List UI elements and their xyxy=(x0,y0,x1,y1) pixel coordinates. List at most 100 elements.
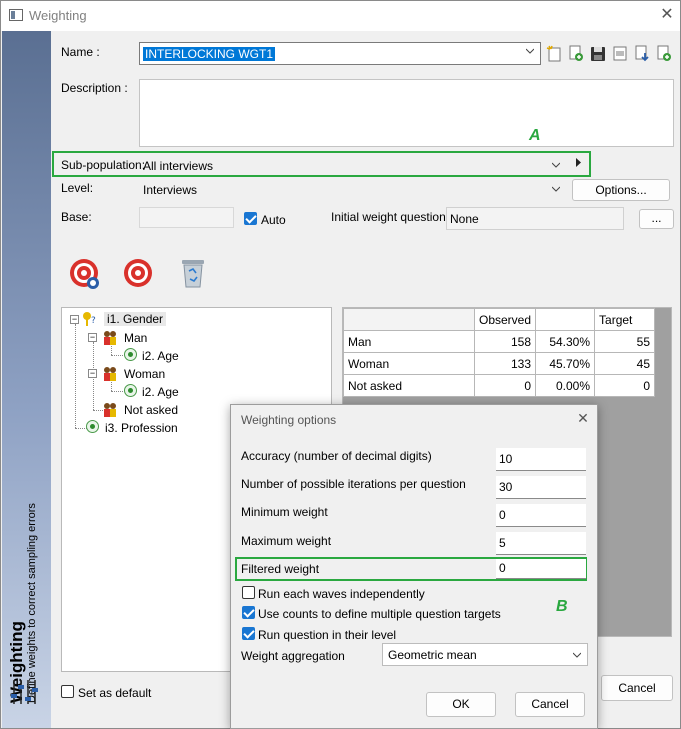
level-value: Interviews xyxy=(143,183,198,197)
percent-cell: 45.70% xyxy=(535,352,596,375)
tree-item-gender[interactable]: i1. Gender xyxy=(104,312,167,326)
save-icon[interactable] xyxy=(590,45,606,62)
aggregation-select[interactable]: Geometric mean xyxy=(382,643,588,666)
target-cell[interactable]: 55 xyxy=(594,330,656,353)
sidebar-title: Weighting xyxy=(7,621,26,703)
tree-line xyxy=(75,324,76,428)
table-row[interactable]: Not asked 0 0.00% 0 xyxy=(343,374,656,397)
dialog-cancel-button[interactable]: Cancel xyxy=(515,692,585,717)
weighting-options-dialog: Weighting options ✕ Accuracy (number of … xyxy=(230,404,598,729)
accuracy-field[interactable]: 10 xyxy=(496,448,586,471)
main-cancel-button[interactable]: Cancel xyxy=(601,675,673,701)
table-row[interactable]: Man 158 54.30% 55 xyxy=(343,330,656,353)
annotation-b: B xyxy=(556,598,568,615)
row-label: Man xyxy=(343,330,475,353)
new-document-icon[interactable] xyxy=(546,45,562,62)
observed-cell: 133 xyxy=(473,352,537,375)
initial-weight-field[interactable]: None xyxy=(446,207,624,230)
level-combo[interactable]: Interviews xyxy=(139,179,566,199)
chevron-down-icon xyxy=(573,652,581,658)
recycle-bin-icon[interactable] xyxy=(179,257,207,289)
add-page-icon[interactable] xyxy=(656,45,672,62)
collapse-icon[interactable]: − xyxy=(70,315,79,324)
chevron-down-icon xyxy=(526,48,534,54)
iterations-field[interactable]: 30 xyxy=(496,476,586,499)
chevron-down-icon xyxy=(552,162,560,168)
name-label: Name : xyxy=(61,45,100,59)
ok-button[interactable]: OK xyxy=(426,692,496,717)
table-header-row: Observed Target xyxy=(343,308,656,331)
sliders-icon xyxy=(11,680,38,704)
use-counts-checkbox[interactable] xyxy=(242,606,255,619)
tree-item-age[interactable]: i2. Age xyxy=(142,349,179,363)
iterations-label: Number of possible iterations per questi… xyxy=(241,477,466,491)
header-cell: Target xyxy=(594,308,656,331)
tree-line xyxy=(75,428,87,429)
target-cell[interactable]: 0 xyxy=(594,374,656,397)
target-cell[interactable]: 45 xyxy=(594,352,656,375)
row-label: Woman xyxy=(343,352,475,375)
tree-item-profession[interactable]: i3. Profession xyxy=(105,421,178,435)
max-weight-field[interactable]: 5 xyxy=(496,532,586,555)
collapse-icon[interactable]: − xyxy=(88,369,97,378)
percent-cell: 0.00% xyxy=(535,374,596,397)
tree-item-not-asked[interactable]: Not asked xyxy=(124,403,178,417)
tree-line xyxy=(111,391,123,392)
percent-cell: 54.30% xyxy=(535,330,596,353)
print-icon[interactable] xyxy=(612,45,628,62)
import-icon[interactable] xyxy=(634,45,650,62)
filtered-weight-label: Filtered weight xyxy=(241,562,320,576)
ellipsis-button[interactable]: ... xyxy=(639,209,674,229)
tree-line xyxy=(111,355,123,356)
question-key-icon: ? xyxy=(83,312,96,326)
people-icon xyxy=(104,331,116,345)
chevron-down-icon xyxy=(552,186,560,192)
base-field[interactable] xyxy=(139,207,234,228)
svg-text:?: ? xyxy=(91,316,96,326)
aggregation-value: Geometric mean xyxy=(388,648,477,662)
table-row[interactable]: Woman 133 45.70% 45 xyxy=(343,352,656,375)
min-weight-field[interactable]: 0 xyxy=(496,504,586,527)
filtered-weight-field[interactable]: 0 xyxy=(496,559,586,579)
tree-item-man[interactable]: Man xyxy=(124,331,147,345)
target-icon[interactable] xyxy=(122,257,154,289)
target-add-icon[interactable] xyxy=(68,257,102,291)
dialog-title: Weighting options xyxy=(241,413,337,427)
question-radio-icon xyxy=(124,384,137,397)
tree-item-woman[interactable]: Woman xyxy=(124,367,165,381)
description-field[interactable] xyxy=(139,79,674,147)
window-title: Weighting xyxy=(29,8,87,23)
options-button[interactable]: Options... xyxy=(572,179,670,201)
annotation-a: A xyxy=(529,127,541,144)
description-label: Description : xyxy=(61,81,128,95)
header-cell: Observed xyxy=(473,308,537,331)
play-arrow-icon[interactable] xyxy=(575,158,582,167)
name-value: INTERLOCKING WGT1 xyxy=(143,47,276,61)
window-icon xyxy=(9,9,23,21)
row-label: Not asked xyxy=(343,374,475,397)
targets-table: Observed Target Man 158 54.30% 55 Woman … xyxy=(343,308,656,397)
close-icon[interactable]: ✕ xyxy=(575,410,591,426)
run-level-checkbox[interactable] xyxy=(242,627,255,640)
subpop-combo[interactable]: All interviews xyxy=(139,155,566,175)
auto-checkbox[interactable] xyxy=(244,212,257,225)
level-label: Level: xyxy=(61,181,94,195)
add-document-icon[interactable] xyxy=(568,45,584,62)
people-icon xyxy=(104,403,116,417)
observed-cell: 0 xyxy=(473,374,537,397)
weighting-window: Weighting ✕ Weighting Define weights to … xyxy=(0,0,681,729)
close-icon[interactable]: ✕ xyxy=(657,5,677,25)
people-icon xyxy=(104,367,116,381)
header-cell xyxy=(535,308,596,331)
collapse-icon[interactable]: − xyxy=(88,333,97,342)
name-combo[interactable]: INTERLOCKING WGT1 xyxy=(139,42,541,65)
base-label: Base: xyxy=(61,210,92,224)
run-waves-checkbox[interactable] xyxy=(242,586,255,599)
initial-weight-value: None xyxy=(450,212,479,226)
run-waves-label: Run each waves independently xyxy=(258,587,425,601)
min-weight-label: Minimum weight xyxy=(241,505,328,519)
tree-item-age[interactable]: i2. Age xyxy=(142,385,179,399)
set-default-checkbox[interactable] xyxy=(61,685,74,698)
initial-weight-label: Initial weight question: xyxy=(331,210,450,224)
observed-cell: 158 xyxy=(473,330,537,353)
